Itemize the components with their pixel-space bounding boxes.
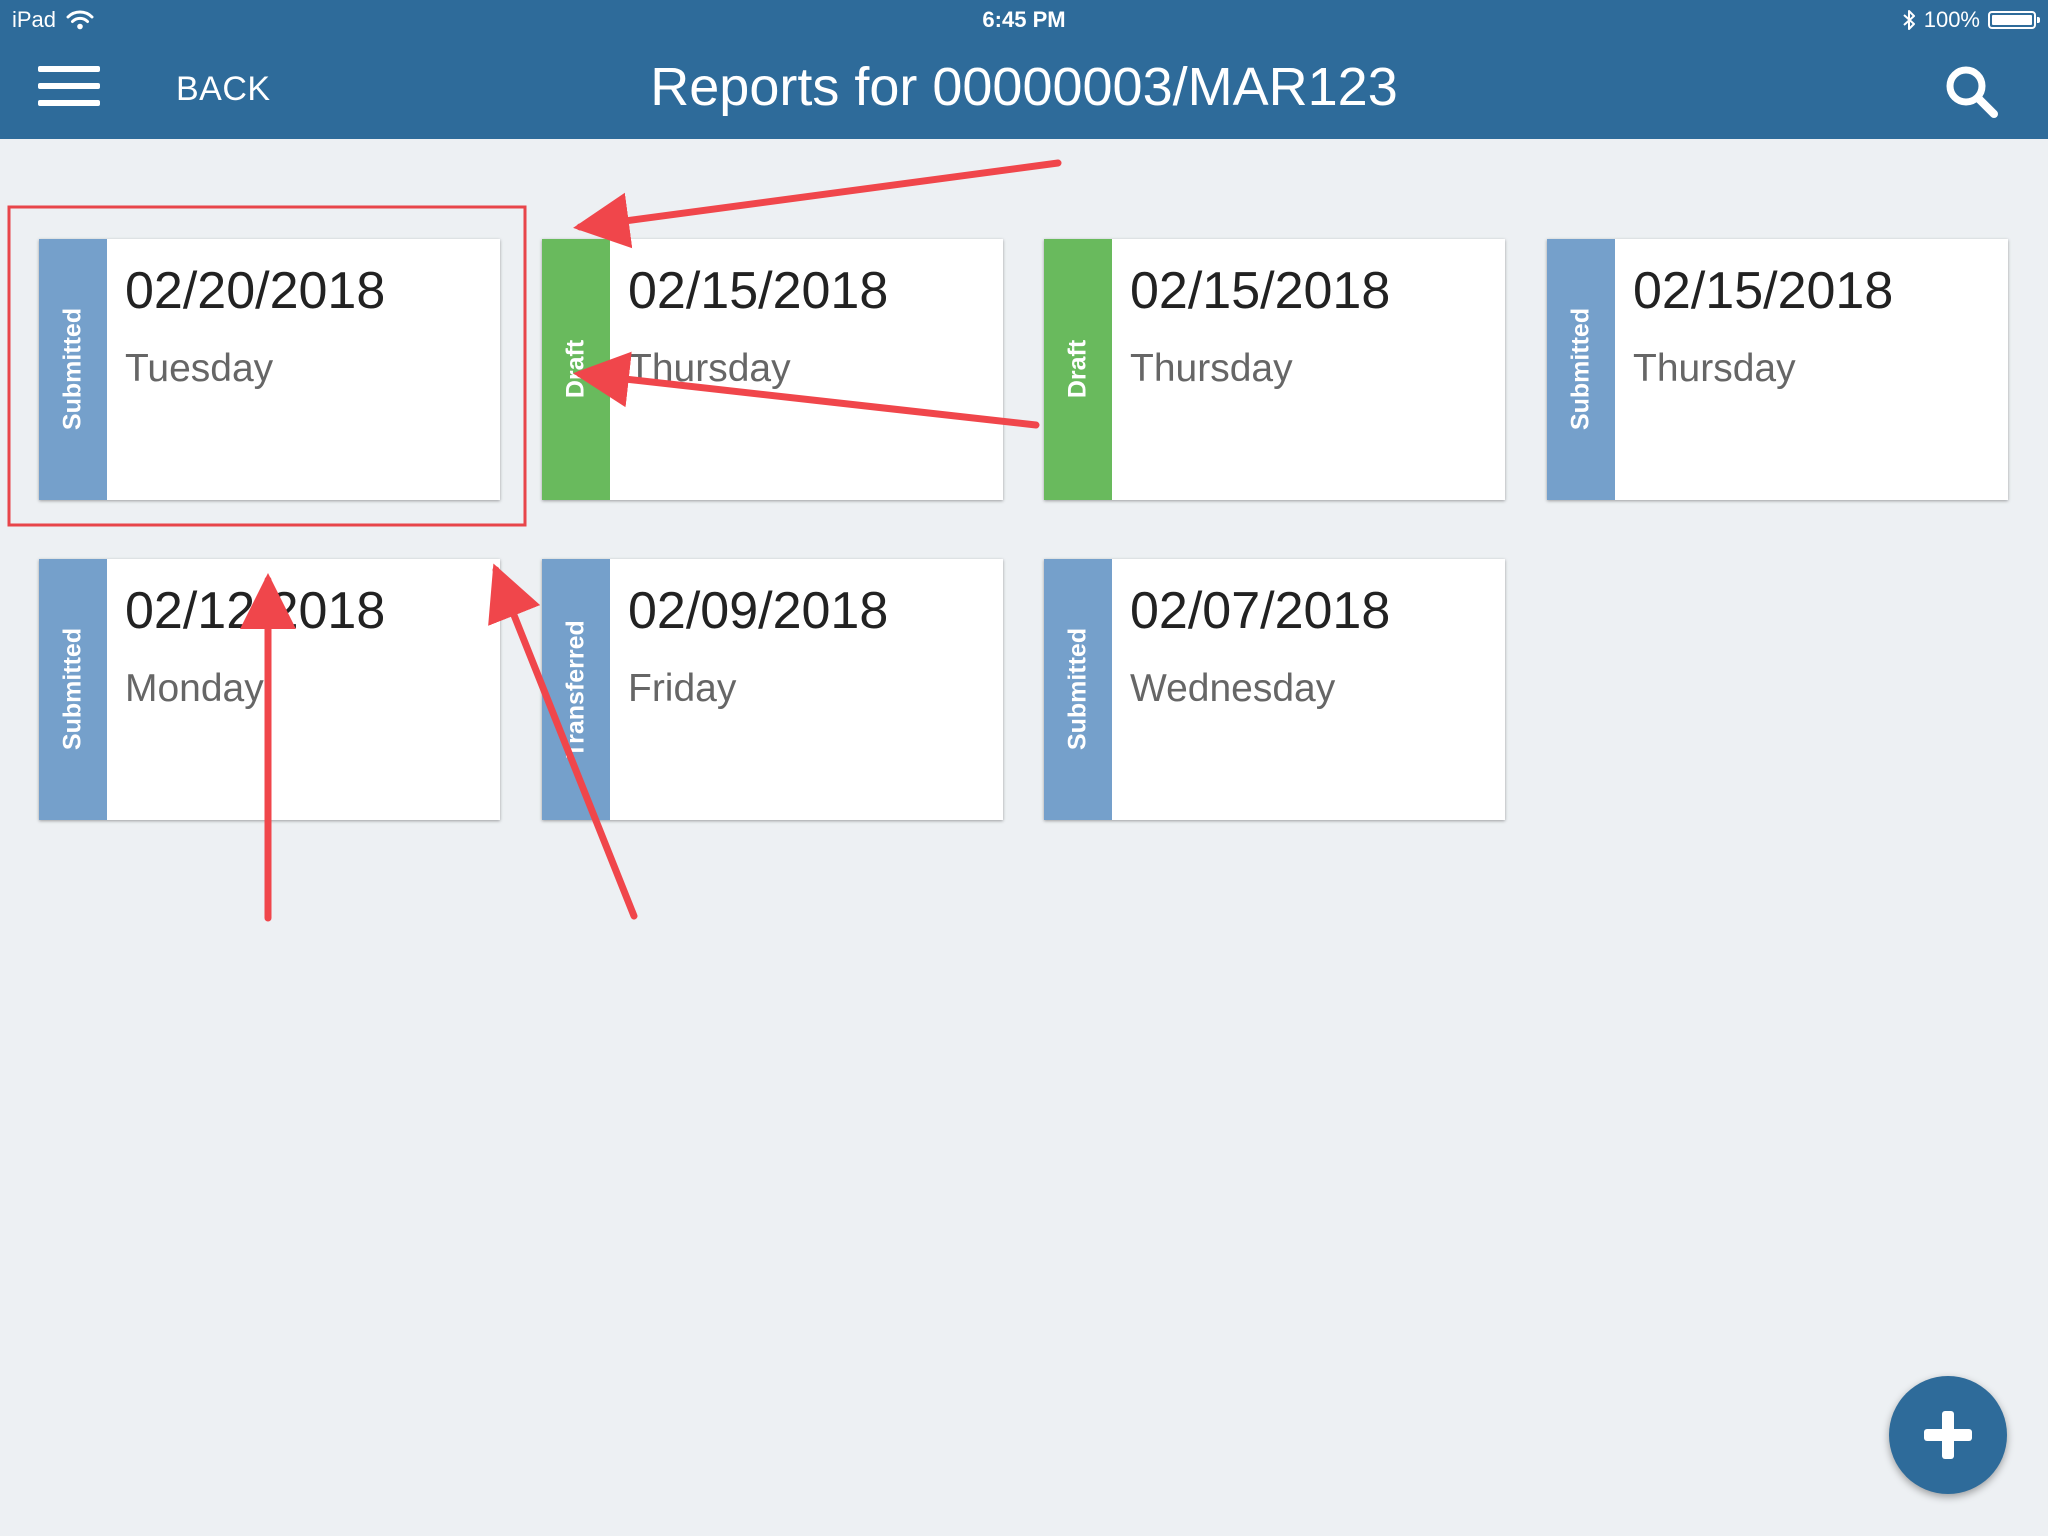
status-label: Submitted xyxy=(58,627,87,751)
arrow-annotation xyxy=(573,159,1062,249)
status-strip: Transferred xyxy=(542,559,610,820)
status-strip: Draft xyxy=(542,239,610,500)
status-label: Draft xyxy=(1063,339,1092,399)
status-label: Draft xyxy=(561,339,590,399)
status-time: 6:45 PM xyxy=(982,7,1066,32)
report-date: 02/09/2018 xyxy=(628,582,889,640)
report-card[interactable]: Submitted 02/07/2018 Wednesday xyxy=(1044,559,1505,820)
report-date: 02/15/2018 xyxy=(1633,262,1894,320)
battery-percent: 100% xyxy=(1923,7,1980,32)
report-card[interactable]: Submitted 02/20/2018 Tuesday xyxy=(39,239,500,500)
top-bar: iPad 6:45 PM 100% BACK Reports for 00000… xyxy=(0,0,2048,139)
status-strip: Draft xyxy=(1044,239,1112,500)
report-day: Monday xyxy=(125,667,264,710)
report-date: 02/20/2018 xyxy=(125,262,386,320)
status-label: Transferred xyxy=(561,620,590,758)
add-report-button[interactable] xyxy=(1889,1376,2007,1494)
search-icon[interactable] xyxy=(1942,62,2002,122)
report-day: Thursday xyxy=(1130,347,1293,390)
status-strip: Submitted xyxy=(1044,559,1112,820)
report-day: Thursday xyxy=(1633,347,1796,390)
status-label: Submitted xyxy=(1566,307,1595,431)
report-date: 02/12/2018 xyxy=(125,582,386,640)
report-date: 02/15/2018 xyxy=(1130,262,1391,320)
status-strip: Submitted xyxy=(1547,239,1615,500)
report-day: Tuesday xyxy=(125,347,274,390)
report-card[interactable]: Draft 02/15/2018 Thursday xyxy=(1044,239,1505,500)
page-title: Reports for 00000003/MAR123 xyxy=(650,57,1398,117)
report-day: Wednesday xyxy=(1130,667,1336,710)
report-card[interactable]: Submitted 02/12/2018 Monday xyxy=(39,559,500,820)
status-strip: Submitted xyxy=(39,559,107,820)
bluetooth-icon xyxy=(1903,10,1915,30)
report-card[interactable]: Draft 02/15/2018 Thursday xyxy=(542,239,1003,500)
report-date: 02/15/2018 xyxy=(628,262,889,320)
report-date: 02/07/2018 xyxy=(1130,582,1391,640)
report-card[interactable]: Submitted 02/15/2018 Thursday xyxy=(1547,239,2008,500)
status-right: 100% xyxy=(1902,7,2040,33)
status-label: Submitted xyxy=(58,307,87,431)
status-bar: iPad 6:45 PM 100% xyxy=(0,0,2048,40)
report-day: Friday xyxy=(628,667,737,710)
report-card[interactable]: Transferred 02/09/2018 Friday xyxy=(542,559,1003,820)
battery-icon xyxy=(1988,11,2040,29)
status-strip: Submitted xyxy=(39,239,107,500)
report-day: Thursday xyxy=(628,347,791,390)
status-label: Submitted xyxy=(1063,627,1092,751)
